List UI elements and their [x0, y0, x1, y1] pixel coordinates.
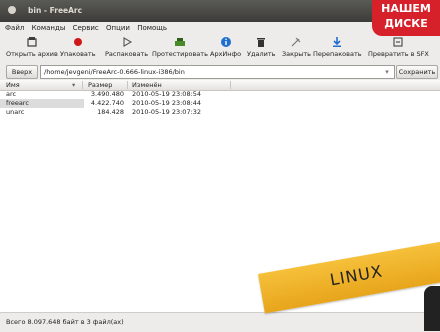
close-archive-label: Закрыть [282, 50, 311, 58]
make-sfx-label: Превратить в SFX [368, 50, 429, 58]
close-archive-icon [292, 37, 301, 47]
menu-commands[interactable]: Команды [32, 22, 66, 34]
address-bar: Вверх /home/jevgeni/FreeArc-0.666-linux-… [0, 63, 440, 79]
promo-badge: НАШЕМ ДИСКЕ [372, 0, 440, 36]
pack-button[interactable]: Упаковать [60, 36, 96, 58]
sfx-icon [393, 37, 403, 47]
column-name[interactable]: Имя [6, 81, 20, 89]
menu-help[interactable]: Помощь [137, 22, 167, 34]
pack-label: Упаковать [60, 50, 96, 58]
close-archive-button[interactable]: Закрыть [282, 36, 311, 58]
file-size: 3.490.480 [90, 90, 124, 98]
file-modified: 2010-05-19 23:07:32 [132, 108, 202, 116]
column-modified[interactable]: Изменён [132, 81, 162, 89]
info-icon [220, 37, 231, 47]
repack-label: Перепаковать [313, 50, 362, 58]
file-name: unarc [6, 108, 25, 116]
table-row[interactable]: unarc 184.428 2010-05-19 23:07:32 [0, 108, 440, 117]
file-name: arc [6, 90, 17, 98]
up-button[interactable]: Вверх [6, 65, 38, 79]
menu-service[interactable]: Сервис [73, 22, 99, 34]
record-icon [73, 38, 82, 46]
file-size: 4.422.740 [90, 99, 124, 107]
column-separator[interactable] [127, 81, 128, 89]
repack-button[interactable]: Перепаковать [313, 36, 362, 58]
file-size: 184.428 [97, 108, 124, 116]
column-separator[interactable] [82, 81, 83, 89]
delete-label: Удалить [247, 50, 276, 58]
open-archive-label: Открыть архив [6, 50, 58, 58]
table-row[interactable]: arc 3.490.480 2010-05-19 23:08:54 [0, 90, 440, 99]
promo-line-1: НАШЕМ [381, 2, 431, 15]
chevron-down-icon[interactable]: ▾ [380, 65, 394, 79]
repack-icon [333, 37, 342, 47]
file-name: freearc [0, 99, 84, 108]
test-button[interactable]: Протестировать [152, 36, 208, 58]
unpack-label: Распаковать [105, 50, 149, 58]
open-archive-button[interactable]: Открыть архив [6, 36, 58, 58]
make-sfx-button[interactable]: Превратить в SFX [368, 36, 429, 58]
sort-arrow-icon[interactable]: ▾ [72, 81, 75, 89]
trash-icon [257, 38, 266, 47]
file-modified: 2010-05-19 23:08:44 [132, 99, 202, 107]
open-archive-icon [27, 37, 37, 47]
menu-options[interactable]: Опции [106, 22, 130, 34]
table-row[interactable]: freearc 4.422.740 2010-05-19 23:08:44 [0, 99, 440, 108]
column-separator[interactable] [230, 81, 231, 89]
test-label: Протестировать [152, 50, 208, 58]
delete-button[interactable]: Удалить [247, 36, 275, 58]
play-icon [122, 37, 132, 47]
status-bar: Всего 8.097.648 байт в 3 файл(ах) [0, 312, 440, 332]
column-size[interactable]: Размер [88, 81, 112, 89]
window-menu-icon[interactable] [8, 6, 16, 14]
save-button[interactable]: Сохранить [396, 65, 438, 79]
path-input[interactable]: /home/jevgeni/FreeArc-0.666-linux-i386/b… [40, 65, 395, 79]
file-modified: 2010-05-19 23:08:54 [132, 90, 202, 98]
ribbon-text: LINUX [328, 261, 385, 290]
toolbar: Открыть архив Упаковать Распаковать Прот… [0, 34, 440, 64]
menu-file[interactable]: Файл [5, 22, 24, 34]
archive-info-button[interactable]: АрхИнфо [210, 36, 241, 58]
status-text: Всего 8.097.648 байт в 3 файл(ах) [6, 318, 124, 326]
unpack-button[interactable]: Распаковать [105, 36, 148, 58]
test-icon [174, 38, 185, 46]
archive-info-label: АрхИнфо [210, 50, 242, 58]
penguin-image [424, 286, 440, 331]
promo-line-2: ДИСКЕ [384, 17, 428, 30]
window-title: bin - FreeArc [28, 6, 83, 15]
